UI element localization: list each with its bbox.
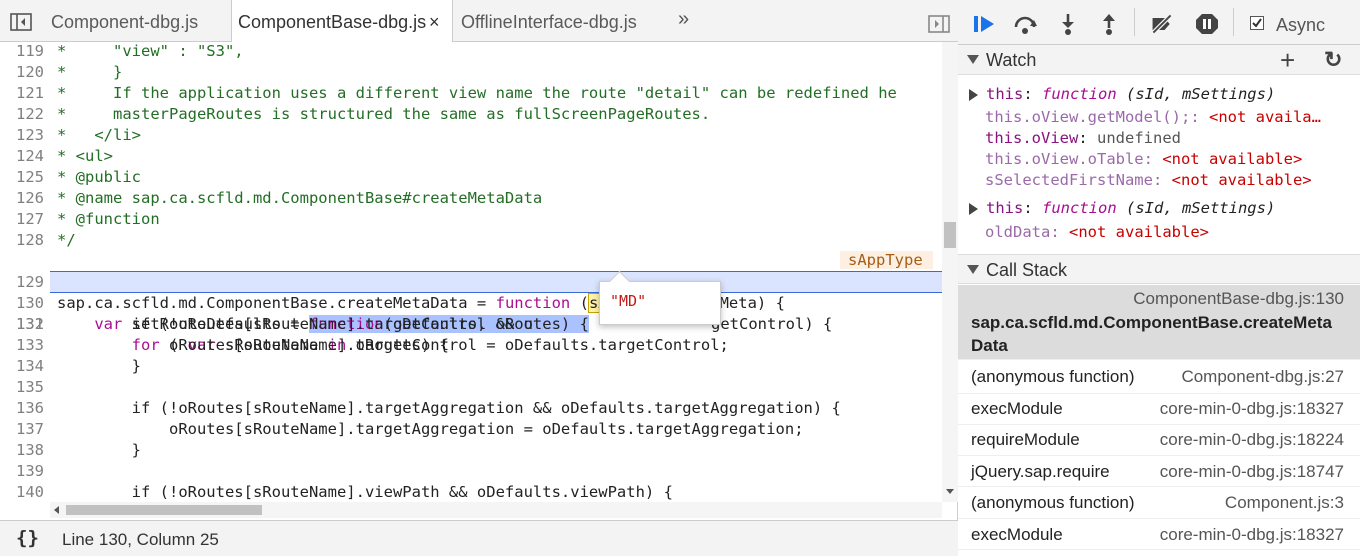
tab-componentbase-dbg[interactable]: ComponentBase-dbg.js	[231, 0, 453, 42]
deactivate-breakpoints-icon[interactable]	[1150, 13, 1174, 35]
sources-editor-pane: Component-dbg.js ComponentBase-dbg.js × …	[0, 0, 958, 556]
callstack-frame[interactable]: execModule core-min-0-dbg.js:18327	[958, 519, 1360, 550]
callstack-frame[interactable]: (anonymous function) Component.js:3	[958, 488, 1360, 519]
toolbar-divider	[1233, 8, 1234, 36]
code-line: 123 * </li>	[16, 126, 141, 144]
async-checkbox[interactable]	[1250, 16, 1264, 30]
debugger-toolbar: Async	[958, 0, 1360, 45]
code-line: 135	[16, 378, 44, 396]
popover-value[interactable]: "MD"	[610, 292, 646, 310]
code-line: 130 var setRouteDefaults = function(oDef…	[16, 294, 589, 333]
step-over-icon[interactable]	[1013, 13, 1037, 35]
refresh-icon[interactable]: ↻	[1324, 47, 1342, 73]
watch-list: this: function (sId, mSettings) this.oVi…	[958, 76, 1360, 256]
code-line: 124 * <ul>	[16, 147, 113, 165]
checkmark-icon	[1252, 18, 1262, 28]
navigator-toggle-icon[interactable]	[10, 13, 32, 31]
code-line: 126 * @name sap.ca.scfld.md.ComponentBase…	[16, 189, 543, 207]
callstack-frame[interactable]: execModule core-min-0-dbg.js:18327	[958, 394, 1360, 425]
value-popover[interactable]: "MD"	[599, 270, 721, 325]
code-line: 133 oRoutes[sRouteName].targetControl = …	[16, 336, 729, 354]
callstack-frame-selected[interactable]: ComponentBase-dbg.js:130 sap.ca.scfld.md…	[958, 285, 1360, 360]
code-line: 121 * If the application uses a different…	[16, 84, 897, 102]
editor-tab-bar: Component-dbg.js ComponentBase-dbg.js × …	[0, 0, 958, 42]
callstack-list: ComponentBase-dbg.js:130 sap.ca.scfld.md…	[958, 285, 1360, 556]
tab-offlineinterface-dbg[interactable]: OfflineInterface-dbg.js	[461, 0, 637, 42]
code-line: 140 if (!oRoutes[sRouteName].viewPath &&…	[16, 483, 673, 501]
horizontal-scrollbar[interactable]	[50, 502, 942, 518]
callstack-frame[interactable]: (anonymous function) Component-dbg.js:27	[958, 363, 1360, 394]
horizontal-scroll-thumb[interactable]	[66, 505, 262, 515]
expand-triangle-icon[interactable]	[969, 203, 978, 215]
code-line: 132 if (!oRoutes[sRouteName].targetContr…	[16, 315, 833, 333]
code-editor[interactable]: 119 * "view" : "S3", 120 * } 121 * If the a…	[0, 42, 958, 502]
debugger-sidebar: Async Watch + ↻ this: function (sId, mSe…	[958, 0, 1360, 556]
code-line: 127 * @function	[16, 210, 160, 228]
tab-component-dbg[interactable]: Component-dbg.js	[51, 0, 198, 42]
vertical-scrollbar[interactable]	[942, 42, 958, 502]
collapse-triangle-icon[interactable]	[967, 55, 979, 64]
scroll-left-arrow-icon[interactable]	[54, 506, 59, 514]
callstack-title: Call Stack	[986, 260, 1068, 280]
code-line: 139	[16, 462, 44, 480]
async-label[interactable]: Async	[1276, 15, 1325, 36]
code-line: 129 sap.ca.scfld.md.ComponentBase.create…	[16, 273, 785, 313]
cursor-position: Line 130, Column 25	[62, 530, 219, 549]
scroll-down-arrow-icon[interactable]	[946, 489, 954, 494]
code-line: 136 if (!oRoutes[sRouteName].targetAggre…	[16, 399, 841, 417]
code-line: 122 * masterPageRoutes is structured the …	[16, 105, 711, 123]
callstack-section-header[interactable]: Call Stack	[958, 254, 1360, 284]
watch-section-header[interactable]: Watch + ↻	[958, 45, 1360, 75]
code-line: 119 * "view" : "S3",	[16, 42, 244, 60]
code-line: 120 * }	[16, 63, 123, 81]
pause-on-exceptions-icon[interactable]	[1195, 13, 1219, 35]
code-line: 128 */	[16, 231, 76, 249]
more-tabs-icon[interactable]: »	[678, 8, 689, 31]
collapse-triangle-icon[interactable]	[967, 265, 979, 274]
resume-icon[interactable]	[972, 13, 996, 35]
expand-triangle-icon[interactable]	[969, 89, 978, 101]
code-line: 131 for ( var sRouteName in oRoutes) {	[16, 315, 449, 354]
editor-status-bar: {} Line 130, Column 25	[0, 520, 958, 556]
tab-close-icon[interactable]: ×	[429, 12, 440, 32]
callstack-frame[interactable]: jQuery.sap.require core-min-0-dbg.js:187…	[958, 456, 1360, 487]
debugger-toggle-icon[interactable]	[928, 15, 950, 33]
inline-variable-value: sAppType	[840, 251, 933, 269]
step-into-icon[interactable]	[1056, 13, 1080, 35]
add-watch-icon[interactable]: +	[1280, 45, 1295, 76]
pretty-print-button[interactable]: {}	[16, 527, 39, 549]
vertical-scroll-thumb[interactable]	[944, 222, 956, 248]
watch-title: Watch	[986, 50, 1037, 70]
code-line: 137 oRoutes[sRouteName].targetAggregatio…	[16, 420, 804, 438]
code-line: 125 * @public	[16, 168, 141, 186]
step-out-icon[interactable]	[1097, 13, 1121, 35]
callstack-frame[interactable]: requireModule core-min-0-dbg.js:18224	[958, 425, 1360, 456]
code-line: 134 }	[16, 357, 141, 375]
code-line: 138 }	[16, 441, 141, 459]
toolbar-divider	[1134, 8, 1135, 36]
